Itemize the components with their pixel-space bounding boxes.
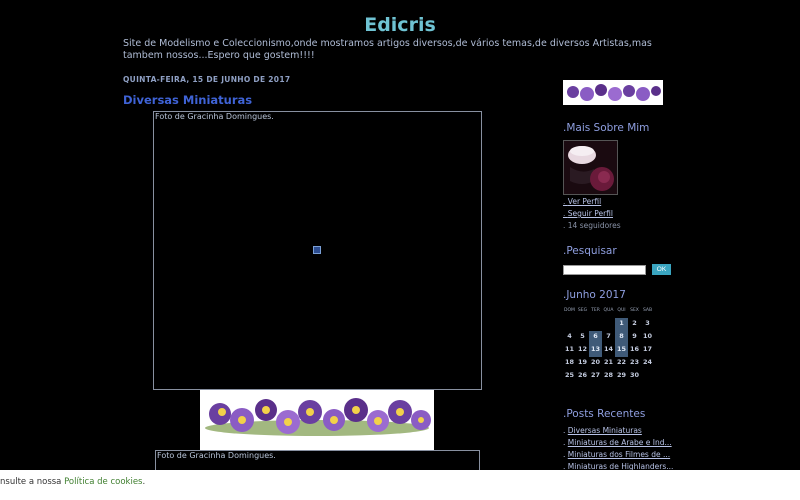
calendar-week-row: 25 26 27 28 29 30: [563, 370, 654, 383]
photo-caption-2: Foto de Gracinha Domingues.: [157, 451, 276, 460]
calendar-empty-cell: [641, 370, 654, 383]
cookie-notice-text: nsulte a nossa: [0, 477, 65, 487]
calendar-day[interactable]: 8: [615, 331, 628, 344]
calendar-week-row: 123: [563, 318, 654, 331]
calendar-day: 10: [642, 332, 653, 340]
follow-profile-link[interactable]: . Seguir Perfil: [563, 209, 613, 218]
calendar-day[interactable]: 6: [589, 331, 602, 344]
calendar-widget-title: .Junho 2017: [563, 289, 626, 301]
calendar-week-row: 18 19 20 21 22 23 24: [563, 357, 654, 370]
search-ok-button[interactable]: OK: [652, 264, 671, 275]
calendar-day: 16: [629, 345, 640, 353]
cookie-notice-end: .: [142, 477, 146, 487]
calendar-weekday-row: DOM SEG TER QUA QUI SEX SAB: [563, 305, 654, 318]
post-date: QUINTA-FEIRA, 15 DE JUNHO DE 2017: [123, 75, 291, 84]
calendar-day: 26: [577, 371, 588, 379]
calendar-day: 4: [567, 332, 572, 340]
calendar-empty-cell: [589, 318, 602, 331]
calendar-day: 9: [632, 332, 637, 340]
about-widget-title: .Mais Sobre Mim: [563, 122, 650, 134]
recent-posts-widget-title: .Posts Recentes: [563, 408, 646, 420]
calendar-day[interactable]: 13: [589, 344, 602, 357]
profile-avatar[interactable]: [563, 140, 618, 195]
calendar-weekday: QUI: [617, 308, 626, 313]
calendar-week-row: 4 5 6 7 8 9 10: [563, 331, 654, 344]
search-widget-title: .Pesquisar: [563, 245, 617, 257]
avatar-graphic: [564, 141, 617, 194]
calendar-weekday: SAB: [642, 308, 653, 313]
calendar-day: 23: [629, 358, 640, 366]
calendar-day: 14: [603, 345, 614, 353]
flower-banner-image: [200, 390, 434, 450]
flowers-graphic: [200, 390, 434, 450]
sidebar-flowers-graphic: [563, 80, 663, 105]
calendar-day: 17: [642, 345, 653, 353]
calendar-weekday: DOM: [564, 308, 575, 313]
calendar-empty-cell: [563, 318, 576, 331]
calendar-weeks: 1 2 3 4 5 6 7 8 9 10 11 12 13 14 15 16 17 18 19 20 21 22 23 24 2…: [563, 318, 654, 383]
followers-count: . 14 seguidores: [563, 221, 621, 230]
calendar-day: 7: [606, 332, 611, 340]
calendar-weekday: QUA: [603, 308, 614, 313]
cookie-notice-bar: nsulte a nossa Política de cookies.: [0, 470, 800, 500]
calendar-day: 5: [580, 332, 585, 340]
sidebar-flower-banner: [563, 80, 663, 105]
search-input[interactable]: [563, 265, 646, 275]
calendar-day: 3: [645, 319, 650, 327]
calendar-day: 30: [629, 371, 640, 379]
calendar-day: 25: [564, 371, 575, 379]
calendar: DOM SEG TER QUA QUI SEX SAB 1 2 3 4 5 6 7 8 9 10 1…: [563, 305, 654, 383]
recent-post-link[interactable]: . Miniaturas de Arabe e Ind...: [563, 438, 672, 447]
calendar-day: 19: [577, 358, 588, 366]
view-profile-link[interactable]: . Ver Perfil: [563, 197, 601, 206]
calendar-day: 28: [603, 371, 614, 379]
calendar-day: 2: [632, 319, 637, 327]
calendar-day: 12: [577, 345, 588, 353]
calendar-day: 29: [616, 371, 627, 379]
calendar-day: 22: [616, 358, 627, 366]
photo-caption: Foto de Gracinha Domingues.: [155, 112, 274, 121]
calendar-day: 21: [603, 358, 614, 366]
cookie-policy-link[interactable]: Política de cookies: [64, 477, 142, 487]
broken-image-icon[interactable]: [313, 246, 321, 254]
recent-post-link[interactable]: . Miniaturas dos Filmes de ...: [563, 450, 670, 459]
calendar-weekday: TER: [591, 308, 600, 313]
calendar-empty-cell: [576, 318, 589, 331]
calendar-weekday: SEX: [630, 308, 639, 313]
recent-post-link[interactable]: . Diversas Miniaturas: [563, 426, 642, 435]
post-title-link[interactable]: Diversas Miniaturas: [123, 93, 252, 107]
calendar-day[interactable]: 1: [615, 318, 628, 331]
blog-description: Site de Modelismo e Coleccionismo,onde m…: [123, 38, 652, 61]
post-photo-frame: Foto de Gracinha Domingues.: [153, 111, 482, 390]
calendar-day: 11: [564, 345, 575, 353]
calendar-day[interactable]: 15: [615, 344, 628, 357]
calendar-day: 27: [590, 371, 601, 379]
calendar-weekday: SEG: [577, 308, 588, 313]
calendar-empty-cell: [602, 318, 615, 331]
blog-title[interactable]: Edicris: [0, 14, 800, 36]
calendar-week-row: 11 12 13 14 15 16 17: [563, 344, 654, 357]
calendar-day: 20: [590, 358, 601, 366]
calendar-day: 24: [642, 358, 653, 366]
calendar-day: 18: [564, 358, 575, 366]
